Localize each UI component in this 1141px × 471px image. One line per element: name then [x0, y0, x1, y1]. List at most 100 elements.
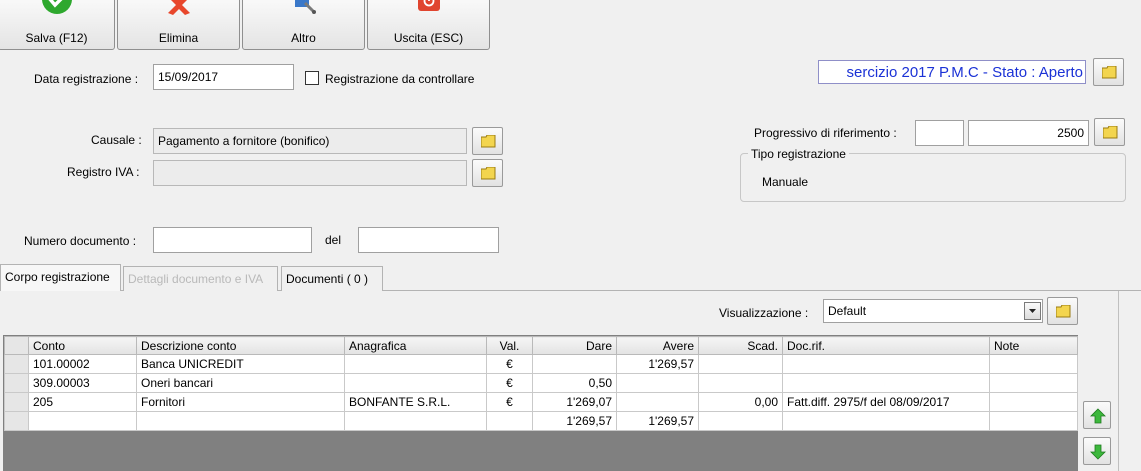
cell-avere[interactable]	[616, 392, 699, 412]
registration-grid: Conto Descrizione conto Anagrafica Val. …	[4, 336, 1078, 431]
totals-row: 1'269,57 1'269,57	[4, 411, 1078, 431]
progressivo-field[interactable]: 2500	[968, 120, 1089, 146]
causale-field[interactable]: Pagamento a fornitore (bonifico)	[153, 128, 467, 154]
progressivo-prefix-field[interactable]	[915, 120, 964, 146]
cell-anagrafica[interactable]	[344, 354, 487, 374]
row-selector[interactable]	[4, 392, 29, 412]
del-date-field[interactable]	[358, 227, 499, 253]
visualizzazione-dropdown-button[interactable]	[1024, 302, 1041, 320]
column-header[interactable]: Note	[989, 336, 1078, 355]
tab-documenti[interactable]: Documenti ( 0 )	[281, 266, 383, 291]
column-header[interactable]: Dare	[532, 336, 617, 355]
causale-folder-button[interactable]	[472, 127, 503, 155]
table-row[interactable]: 101.00002 Banca UNICREDIT € 1'269,57	[4, 354, 1078, 374]
exercise-status: sercizio 2017 P.M.C - Stato : Aperto	[818, 60, 1086, 84]
column-header[interactable]: Anagrafica	[344, 336, 487, 355]
table-row[interactable]: 309.00003 Oneri bancari € 0,50	[4, 373, 1078, 393]
check-registration-checkbox[interactable]	[305, 71, 319, 85]
tipo-registrazione-value: Manuale	[762, 175, 809, 189]
cell-anagrafica	[344, 411, 487, 431]
cell-anagrafica[interactable]: BONFANTE S.R.L.	[344, 392, 487, 412]
cell-conto[interactable]: 205	[28, 392, 137, 412]
causale-label: Causale :	[91, 133, 142, 147]
cell-note[interactable]	[989, 354, 1078, 374]
exit-button[interactable]: Uscita (ESC)	[367, 0, 490, 50]
visualizzazione-label: Visualizzazione :	[719, 306, 809, 320]
cell-note[interactable]	[989, 392, 1078, 412]
tab-label: Dettagli documento e IVA	[128, 272, 264, 286]
move-down-button[interactable]	[1083, 437, 1111, 465]
column-header[interactable]: Val.	[486, 336, 533, 355]
cell-valuta[interactable]: €	[486, 392, 533, 412]
cell-scadenza[interactable]	[698, 354, 783, 374]
row-selector-header	[4, 336, 29, 355]
registro-iva-field[interactable]	[153, 160, 467, 186]
power-icon	[417, 0, 440, 11]
cell-scadenza[interactable]: 0,00	[698, 392, 783, 412]
del-label: del	[325, 233, 342, 247]
save-button[interactable]: Salva (F12)	[0, 0, 115, 50]
numero-documento-field[interactable]	[153, 227, 312, 253]
date-label: Data registrazione :	[34, 72, 139, 86]
check-registration-label: Registrazione da controllare	[325, 72, 475, 86]
cell-doc-rif[interactable]: Fatt.diff. 2975/f del 08/09/2017	[782, 392, 990, 412]
registro-iva-folder-button[interactable]	[472, 159, 503, 187]
table-row[interactable]: 205 Fornitori BONFANTE S.R.L. € 1'269,07…	[4, 392, 1078, 412]
cell-note[interactable]	[989, 373, 1078, 393]
cell-conto[interactable]: 309.00003	[28, 373, 137, 393]
move-up-button[interactable]	[1083, 401, 1111, 429]
cell-valuta[interactable]: €	[486, 373, 533, 393]
cell-conto[interactable]: 101.00002	[28, 354, 137, 374]
cell-descrizione[interactable]: Oneri bancari	[136, 373, 345, 393]
row-selector[interactable]	[4, 373, 29, 393]
cell-avere[interactable]	[616, 373, 699, 393]
folder-icon	[481, 167, 496, 180]
folder-icon	[1102, 66, 1117, 79]
tab-corpo-registrazione[interactable]: Corpo registrazione	[0, 264, 121, 291]
cell-dare[interactable]	[532, 354, 617, 374]
cell-avere[interactable]: 1'269,57	[616, 354, 699, 374]
cell-scadenza[interactable]	[698, 373, 783, 393]
cell-dare[interactable]: 1'269,07	[532, 392, 617, 412]
progressivo-label: Progressivo di riferimento :	[754, 126, 897, 140]
total-dare: 1'269,57	[532, 411, 617, 431]
visualizzazione-folder-button[interactable]	[1047, 297, 1078, 325]
column-header[interactable]: Conto	[28, 336, 137, 355]
total-avere: 1'269,57	[616, 411, 699, 431]
folder-icon	[1056, 305, 1071, 318]
tab-label: Corpo registrazione	[5, 270, 110, 284]
cell-valuta	[486, 411, 533, 431]
tab-dettagli-documento[interactable]: Dettagli documento e IVA	[123, 266, 278, 291]
column-header[interactable]: Doc.rif.	[782, 336, 990, 355]
date-field[interactable]: 15/09/2017	[153, 64, 294, 90]
visualizzazione-value: Default	[828, 304, 867, 318]
numero-documento-label: Numero documento :	[24, 234, 137, 248]
row-selector[interactable]	[4, 354, 29, 374]
exit-button-label: Uscita (ESC)	[393, 31, 464, 45]
tab-label: Documenti ( 0 )	[286, 272, 369, 286]
cell-descrizione	[136, 411, 345, 431]
column-header[interactable]: Descrizione conto	[136, 336, 345, 355]
column-header[interactable]: Scad.	[698, 336, 783, 355]
folder-icon	[481, 135, 496, 148]
cell-doc-rif[interactable]	[782, 354, 990, 374]
exercise-folder-button[interactable]	[1093, 58, 1124, 86]
panel-right-border	[1118, 291, 1119, 471]
other-button[interactable]: Altro	[242, 0, 365, 50]
cell-scadenza	[698, 411, 783, 431]
tipo-registrazione-title: Tipo registrazione	[748, 147, 849, 161]
cell-anagrafica[interactable]	[344, 373, 487, 393]
row-selector	[4, 411, 29, 431]
column-header[interactable]: Avere	[616, 336, 699, 355]
visualizzazione-select[interactable]: Default	[823, 299, 1043, 323]
cell-valuta[interactable]: €	[486, 354, 533, 374]
cell-descrizione[interactable]: Fornitori	[136, 392, 345, 412]
cell-doc-rif[interactable]	[782, 373, 990, 393]
folder-icon	[1103, 126, 1118, 139]
delete-button[interactable]: Elimina	[117, 0, 240, 50]
checkmark-icon	[41, 0, 72, 14]
cell-descrizione[interactable]: Banca UNICREDIT	[136, 354, 345, 374]
cell-dare[interactable]: 0,50	[532, 373, 617, 393]
cell-conto	[28, 411, 137, 431]
progressivo-folder-button[interactable]	[1094, 118, 1125, 146]
